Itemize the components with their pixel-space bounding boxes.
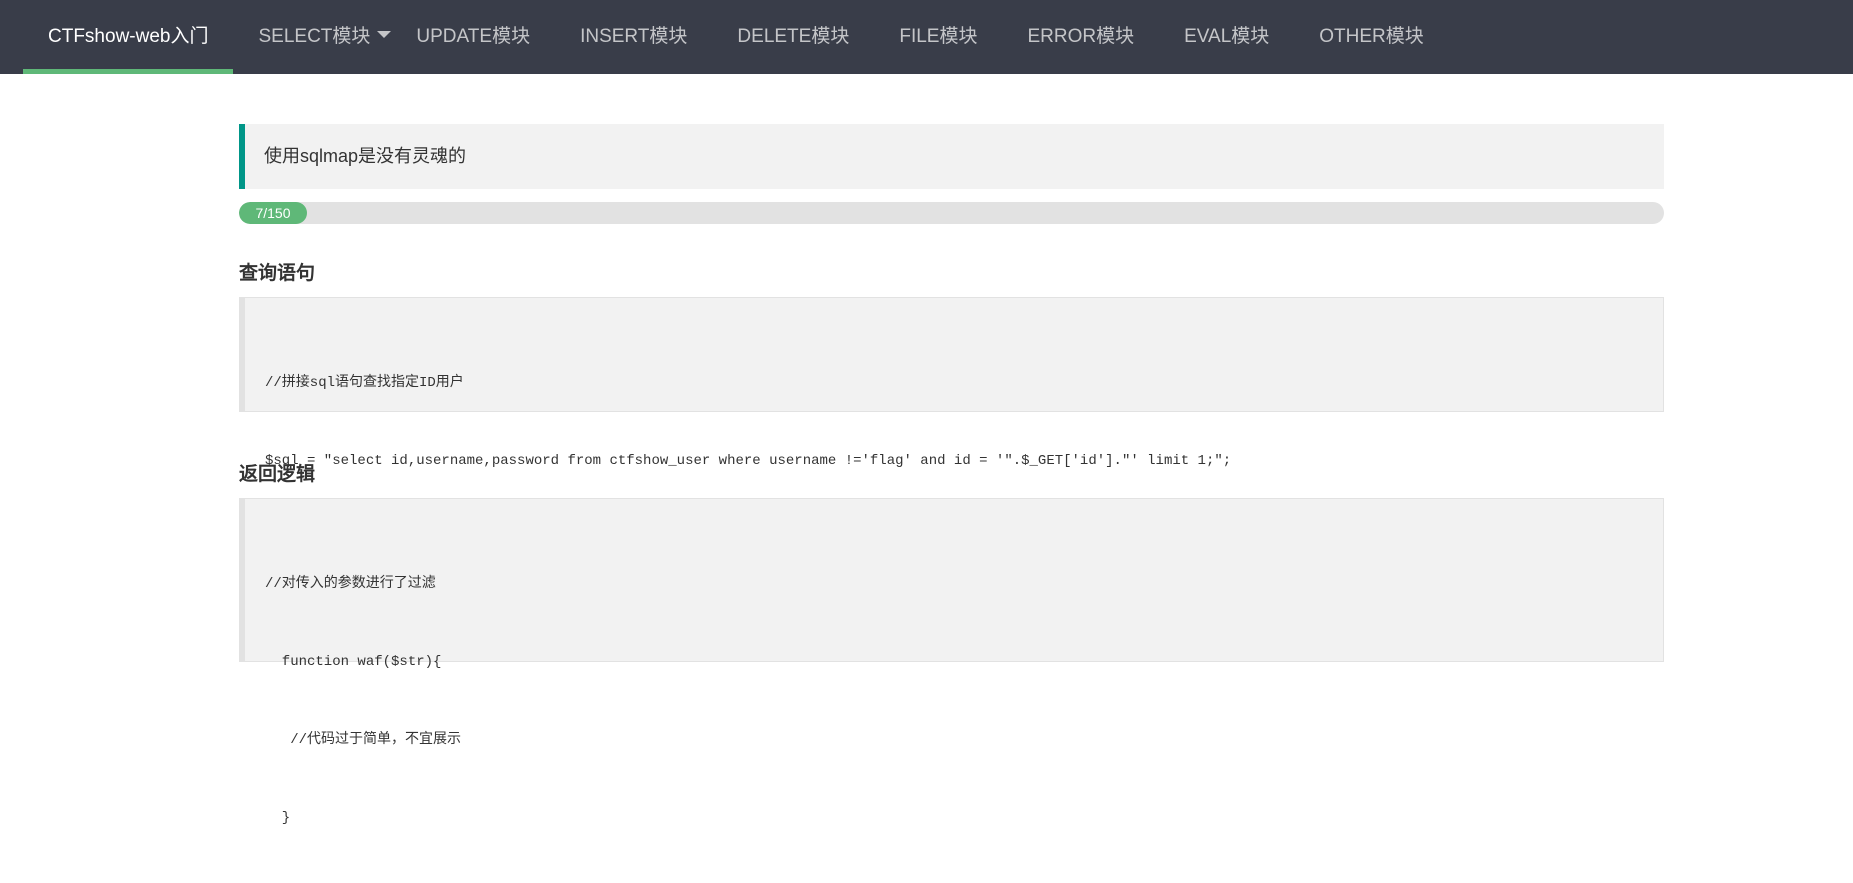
nav-item-error[interactable]: ERROR模块 [1002, 0, 1159, 74]
nav-item-insert[interactable]: INSERT模块 [555, 0, 712, 74]
code-line: //代码过于简单，不宜展示 [265, 732, 462, 748]
nav-item-label: EVAL模块 [1184, 26, 1270, 47]
nav-item-label: CTFshow-web入门 [48, 26, 209, 47]
query-section-title: 查询语句 [239, 263, 316, 284]
nav-item-label: FILE模块 [899, 26, 978, 47]
code-line: //拼接sql语句查找指定ID用户 [265, 375, 464, 391]
hint-quote: 使用sqlmap是没有灵魂的 [239, 124, 1664, 189]
code-line: function waf($str){ [265, 654, 442, 670]
top-navigation: CTFshow-web入门 SELECT模块 UPDATE模块 INSERT模块… [0, 0, 1853, 74]
nav-item-label: DELETE模块 [737, 26, 850, 47]
nav-item-delete[interactable]: DELETE模块 [712, 0, 874, 74]
nav-item-label: OTHER模块 [1319, 26, 1424, 47]
nav-item-file[interactable]: FILE模块 [874, 0, 1002, 74]
nav-item-other[interactable]: OTHER模块 [1294, 0, 1449, 74]
nav-item-label: SELECT模块 [258, 26, 371, 47]
hint-text: 使用sqlmap是没有灵魂的 [264, 146, 467, 166]
progress-track: 7/150 [239, 202, 1664, 224]
logic-code-block: //对传入的参数进行了过滤 function waf($str){ //代码过于… [239, 498, 1664, 826]
nav-list: CTFshow-web入门 SELECT模块 UPDATE模块 INSERT模块… [23, 0, 1449, 74]
progress-label: 7/150 [255, 205, 291, 221]
main-content: 使用sqlmap是没有灵魂的 7/150 查询语句 //拼接sql语句查找指定I… [239, 124, 1664, 826]
code-line: //对传入的参数进行了过滤 [265, 576, 436, 592]
nav-item-eval[interactable]: EVAL模块 [1159, 0, 1294, 74]
caret-down-icon [377, 31, 392, 39]
query-code-block: //拼接sql语句查找指定ID用户 $sql = "select id,user… [239, 297, 1664, 469]
nav-item-ctfshow-web[interactable]: CTFshow-web入门 [23, 0, 234, 74]
code-line: } [265, 810, 291, 826]
progress-bar: 7/150 [239, 202, 307, 224]
nav-item-label: INSERT模块 [580, 26, 688, 47]
nav-item-label: UPDATE模块 [416, 26, 531, 47]
nav-item-update[interactable]: UPDATE模块 [391, 0, 555, 74]
nav-item-label: ERROR模块 [1027, 26, 1135, 47]
nav-item-select[interactable]: SELECT模块 [233, 0, 416, 74]
